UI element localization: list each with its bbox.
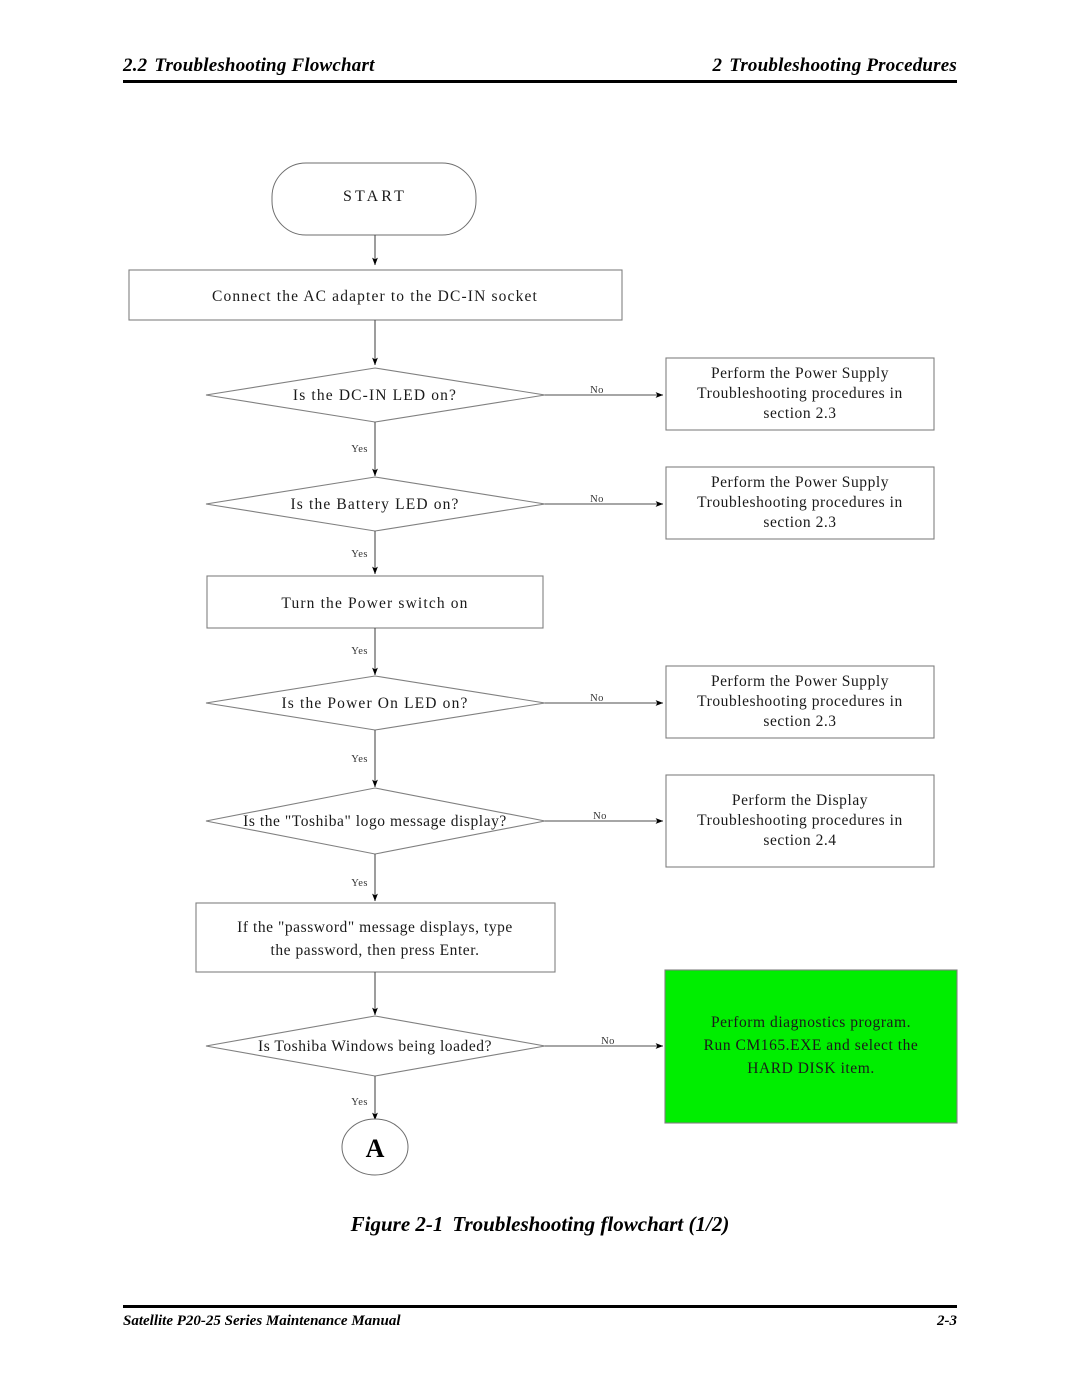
- node-toshiba-windows-loaded-label: Is Toshiba Windows being loaded?: [258, 1038, 492, 1055]
- branch-label-yes-powerswitch: Yes: [351, 646, 368, 657]
- node-password-message: If the "password" message displays, type…: [195, 902, 556, 973]
- node-diagnostics-hard-disk: Perform diagnostics program. Run CM165.E…: [664, 969, 958, 1124]
- node-diagnostics-hard-disk-line1: Perform diagnostics program.: [711, 1014, 911, 1031]
- node-display-troubleshooting-line3: section 2.4: [763, 832, 836, 849]
- node-power-supply-1-line1: Perform the Power Supply: [711, 365, 889, 382]
- header-left: 2.2 Troubleshooting Flowchart: [123, 55, 375, 77]
- node-power-supply-1-line2: Troubleshooting procedures in: [697, 385, 903, 402]
- node-power-supply-1-line3: section 2.3: [763, 405, 836, 422]
- page-header: 2.2 Troubleshooting Flowchart 2 Troublesho…: [123, 55, 957, 95]
- branch-label-yes-windows: Yes: [351, 1097, 368, 1108]
- branch-label-yes-battery: Yes: [351, 549, 368, 560]
- node-power-supply-2-line1: Perform the Power Supply: [711, 474, 889, 491]
- footer-page-number: 2-3: [937, 1313, 957, 1329]
- node-power-on-led: Is the Power On LED on?: [205, 675, 546, 731]
- node-start-label: START: [343, 188, 407, 205]
- node-diagnostics-hard-disk-line2: Run CM165.EXE and select the: [704, 1037, 919, 1054]
- branch-label-no-windows: No: [601, 1036, 615, 1047]
- troubleshooting-flowchart: START Connect the AC adapter to the DC-I…: [0, 110, 1080, 1200]
- branch-label-yes-toshibalogo: Yes: [351, 878, 368, 889]
- node-toshiba-logo-label: Is the "Toshiba" logo message display?: [243, 813, 507, 830]
- header-chapter-number: 2: [712, 55, 723, 76]
- header-rule: [123, 80, 957, 83]
- header-chapter-title: Troubleshooting Procedures: [729, 55, 957, 76]
- node-dc-in-led: Is the DC-IN LED on?: [205, 367, 546, 423]
- figure-caption-label: Figure 2-1: [350, 1212, 444, 1236]
- node-power-supply-3-line1: Perform the Power Supply: [711, 673, 889, 690]
- node-display-troubleshooting-line1: Perform the Display: [732, 792, 868, 809]
- node-power-supply-3-line3: section 2.3: [763, 713, 836, 730]
- branch-label-no-toshibalogo: No: [593, 811, 607, 822]
- node-power-supply-3-line2: Troubleshooting procedures in: [697, 693, 903, 710]
- node-connect-ac-adapter: Connect the AC adapter to the DC-IN sock…: [128, 269, 623, 321]
- node-toshiba-logo: Is the "Toshiba" logo message display?: [205, 787, 546, 855]
- node-power-supply-2-line3: section 2.3: [763, 514, 836, 531]
- node-start: START: [271, 162, 477, 236]
- node-power-supply-3: Perform the Power Supply Troubleshooting…: [665, 665, 935, 739]
- branch-label-yes-poweronled: Yes: [351, 754, 368, 765]
- branch-label-no-dcin: No: [590, 385, 604, 396]
- node-password-message-line1: If the "password" message displays, type: [237, 919, 513, 936]
- header-right: 2 Troubleshooting Procedures: [713, 55, 957, 77]
- footer-manual-title: Satellite P20-25 Series Maintenance Manu…: [123, 1313, 401, 1329]
- node-password-message-line2: the password, then press Enter.: [270, 942, 479, 959]
- node-connector-a-label: A: [366, 1134, 385, 1163]
- figure-caption: Figure 2-1 Troubleshooting flowchart (1/2…: [0, 1212, 1080, 1237]
- node-power-on-led-label: Is the Power On LED on?: [281, 695, 468, 712]
- branch-label-no-battery: No: [590, 494, 604, 505]
- branch-label-yes-dcin: Yes: [351, 444, 368, 455]
- page-footer: Satellite P20-25 Series Maintenance Manu…: [123, 1305, 957, 1330]
- node-dc-in-led-label: Is the DC-IN LED on?: [293, 387, 457, 404]
- node-power-supply-1: Perform the Power Supply Troubleshooting…: [665, 357, 935, 431]
- node-connector-a: A: [341, 1118, 409, 1176]
- node-battery-led-label: Is the Battery LED on?: [290, 496, 459, 513]
- node-power-supply-2: Perform the Power Supply Troubleshooting…: [665, 466, 935, 540]
- node-turn-power-switch-on-label: Turn the Power switch on: [281, 595, 468, 612]
- node-toshiba-windows-loaded: Is Toshiba Windows being loaded?: [205, 1015, 546, 1077]
- header-section-number: 2.2: [123, 55, 148, 76]
- node-display-troubleshooting: Perform the Display Troubleshooting proc…: [665, 774, 935, 868]
- node-connect-ac-adapter-label: Connect the AC adapter to the DC-IN sock…: [212, 288, 538, 305]
- node-display-troubleshooting-line2: Troubleshooting procedures in: [697, 812, 903, 829]
- header-section-title: Troubleshooting Flowchart: [154, 55, 375, 76]
- footer-rule: [123, 1305, 957, 1308]
- node-diagnostics-hard-disk-line3: HARD DISK item.: [747, 1060, 875, 1077]
- figure-caption-text: Troubleshooting flowchart (1/2): [452, 1212, 730, 1236]
- node-battery-led: Is the Battery LED on?: [205, 476, 546, 532]
- node-power-supply-2-line2: Troubleshooting procedures in: [697, 494, 903, 511]
- node-turn-power-switch-on: Turn the Power switch on: [206, 575, 544, 629]
- branch-label-no-poweronled: No: [590, 693, 604, 704]
